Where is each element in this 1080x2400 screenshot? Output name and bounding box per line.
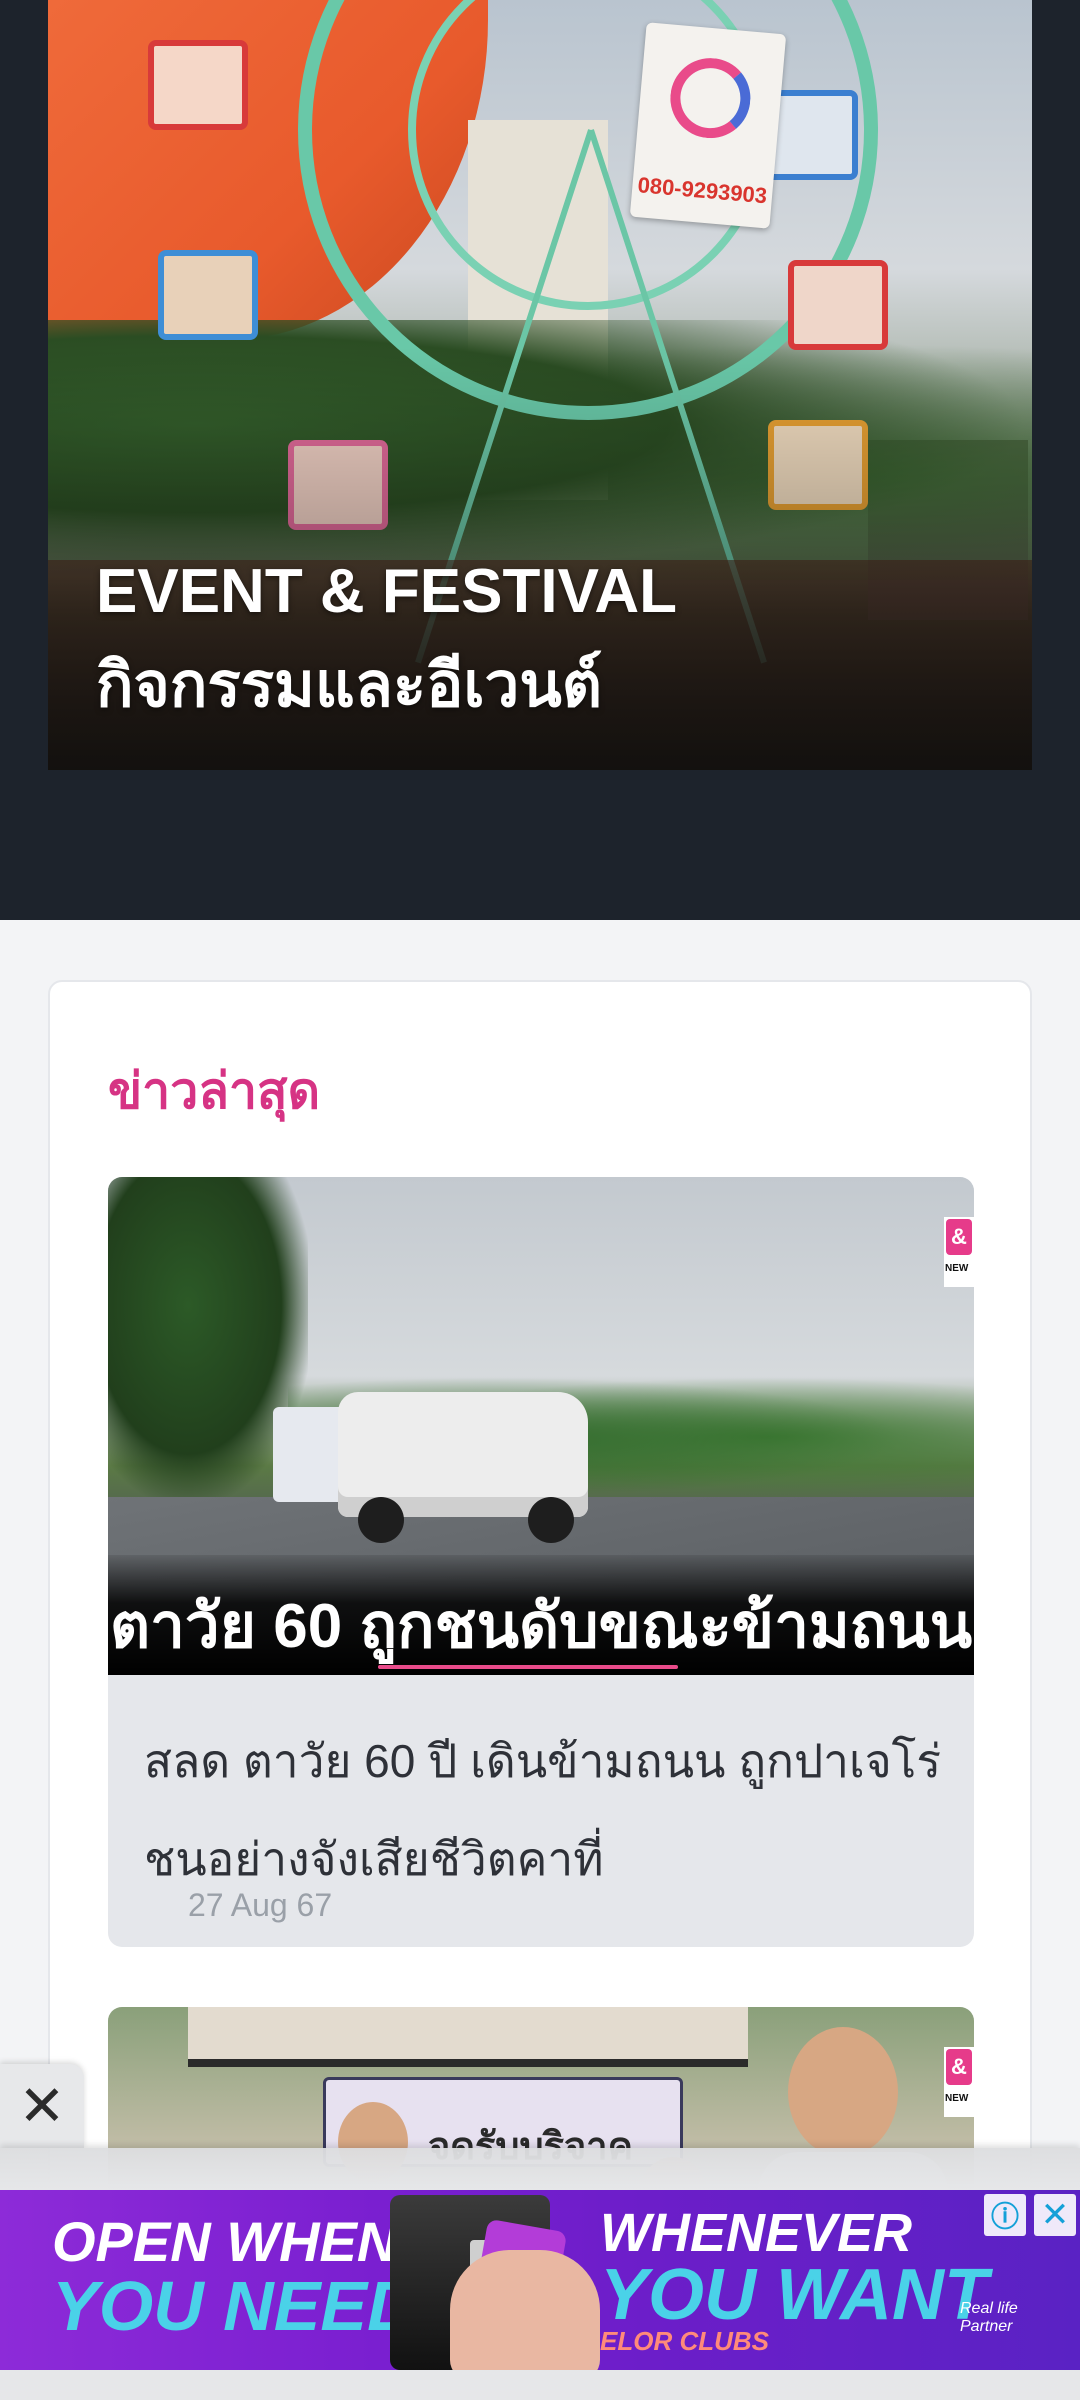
ad-headline-right: WHENEVER YOU WANT ELOR CLUBS bbox=[600, 2203, 988, 2356]
brand-badge: NEW bbox=[944, 1217, 974, 1287]
ad-collapse-button[interactable]: ✕ bbox=[0, 2064, 84, 2148]
article-thumbnail[interactable]: ตาวัย 60 ถูกชนดับขณะข้ามถนน NEW bbox=[108, 1177, 974, 1675]
close-icon: ✕ bbox=[18, 2074, 66, 2137]
info-icon[interactable]: ⓘ bbox=[984, 2194, 1026, 2236]
article-title[interactable]: สลด ตาวัย 60 ปี เดินข้ามถนน ถูกปาเจโร่ ช… bbox=[144, 1712, 944, 1908]
featured-section: 080-9293903 EVENT & FESTIVAL กิจกรรมและอ… bbox=[0, 0, 1080, 920]
ad-signature: Real life Partner bbox=[960, 2300, 1018, 2335]
article-date: 27 Aug 67 bbox=[188, 1887, 333, 1923]
hero-title-en: EVENT & FESTIVAL bbox=[96, 557, 678, 626]
ad-banner[interactable]: OPEN WHEN YOU NEED US WHENEVER YOU WANT … bbox=[0, 2190, 1080, 2370]
thumbnail-caption: ตาวัย 60 ถูกชนดับขณะข้ามถนน bbox=[109, 1592, 973, 1661]
bottom-strip bbox=[0, 2370, 1080, 2400]
ad-container-top bbox=[0, 2148, 1080, 2190]
brand-badge: NEW bbox=[944, 2047, 974, 2117]
latest-news-title: ข่าวล่าสุด bbox=[108, 1063, 321, 1119]
event-festival-card[interactable]: 080-9293903 EVENT & FESTIVAL กิจกรรมและอ… bbox=[48, 0, 1032, 770]
hero-title-th: กิจกรรมและอีเวนต์ bbox=[96, 651, 603, 720]
news-article[interactable]: ตาวัย 60 ถูกชนดับขณะข้ามถนน NEW สลด ตาวั… bbox=[108, 1177, 974, 1947]
close-icon[interactable]: ✕ bbox=[1034, 2194, 1076, 2236]
hero-title: EVENT & FESTIVAL กิจกรรมและอีเวนต์ bbox=[96, 545, 677, 733]
